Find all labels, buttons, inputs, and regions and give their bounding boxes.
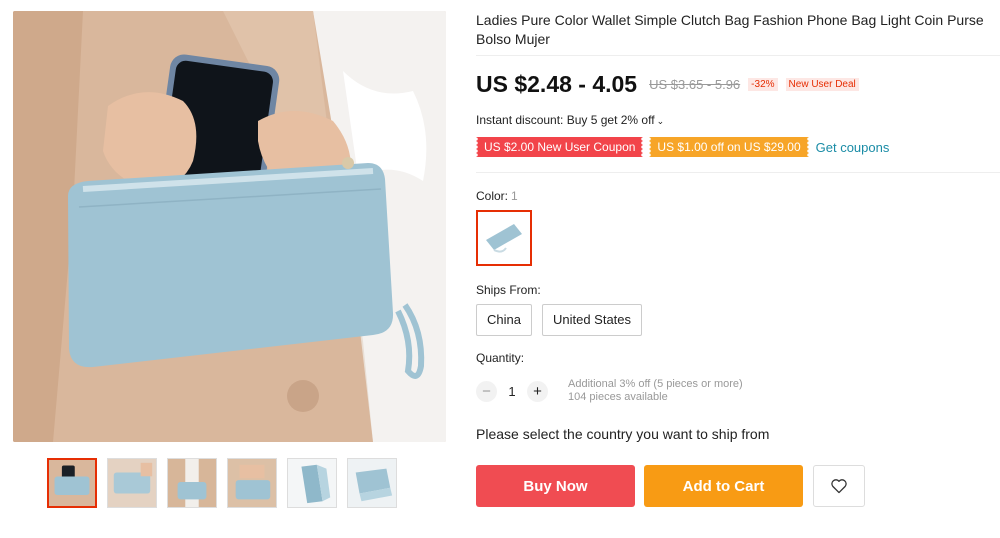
color-label: Color: 1 — [476, 189, 518, 203]
quantity-label: Quantity: — [476, 351, 525, 365]
color-count: 1 — [511, 189, 518, 203]
thumbnail-1[interactable] — [47, 458, 97, 508]
ships-from-label: Ships From: — [476, 283, 541, 297]
instant-discount-text: Instant discount: Buy 5 get 2% off — [476, 113, 655, 127]
heart-icon — [831, 479, 847, 494]
stock-available: 104 pieces available — [568, 391, 668, 403]
coupon-row: US $2.00 New User Coupon US $1.00 off on… — [476, 137, 889, 157]
chevron-down-icon: ⌄ — [656, 116, 665, 126]
thumbnail-4[interactable] — [227, 458, 277, 508]
main-product-image[interactable] — [13, 11, 446, 442]
get-coupons-link[interactable]: Get coupons — [816, 140, 890, 155]
thumbnail-2[interactable] — [107, 458, 157, 508]
discount-badge: -32% — [748, 78, 778, 91]
wishlist-button[interactable] — [813, 465, 865, 507]
ship-country-message: Please select the country you want to sh… — [476, 426, 770, 442]
action-buttons: Buy Now Add to Cart — [476, 465, 865, 507]
thumbnail-strip — [47, 458, 397, 508]
divider — [476, 172, 1000, 173]
threshold-coupon[interactable]: US $1.00 off on US $29.00 — [649, 137, 809, 157]
ships-from-options: China United States — [476, 304, 643, 336]
instant-discount[interactable]: Instant discount: Buy 5 get 2% off ⌄ — [476, 113, 664, 127]
thumbnail-3[interactable] — [167, 458, 217, 508]
current-price: US $2.48 - 4.05 — [476, 71, 638, 97]
add-to-cart-button[interactable]: Add to Cart — [644, 465, 803, 507]
bulk-discount-note: Additional 3% off (5 pieces or more) — [568, 378, 743, 390]
new-user-coupon[interactable]: US $2.00 New User Coupon — [476, 137, 644, 157]
original-price: US $3.65 - 5.96 — [649, 77, 741, 92]
quantity-value[interactable]: 1 — [497, 384, 527, 399]
quantity-plus-button[interactable]: + — [527, 380, 548, 402]
price-row: US $2.48 - 4.05 US $3.65 - 5.96 -32% New… — [476, 71, 859, 98]
buy-now-button[interactable]: Buy Now — [476, 465, 635, 507]
color-label-text: Color: — [476, 189, 509, 203]
thumbnail-6[interactable] — [347, 458, 397, 508]
ship-option-china[interactable]: China — [476, 304, 532, 336]
quantity-minus-button[interactable]: − — [476, 380, 497, 402]
quantity-note: Additional 3% off (5 pieces or more) 104… — [568, 378, 743, 404]
blue-wallet-thumbnail-icon — [486, 224, 522, 253]
ship-option-united-states[interactable]: United States — [541, 304, 643, 336]
new-user-deal-badge: New User Deal — [785, 78, 859, 91]
product-title: Ladies Pure Color Wallet Simple Clutch B… — [476, 12, 984, 47]
thumbnail-5[interactable] — [287, 458, 337, 508]
color-swatch-blue[interactable] — [476, 210, 532, 266]
divider — [476, 55, 1000, 56]
quantity-stepper: − 1 + Additional 3% off (5 pieces or mor… — [476, 378, 743, 404]
